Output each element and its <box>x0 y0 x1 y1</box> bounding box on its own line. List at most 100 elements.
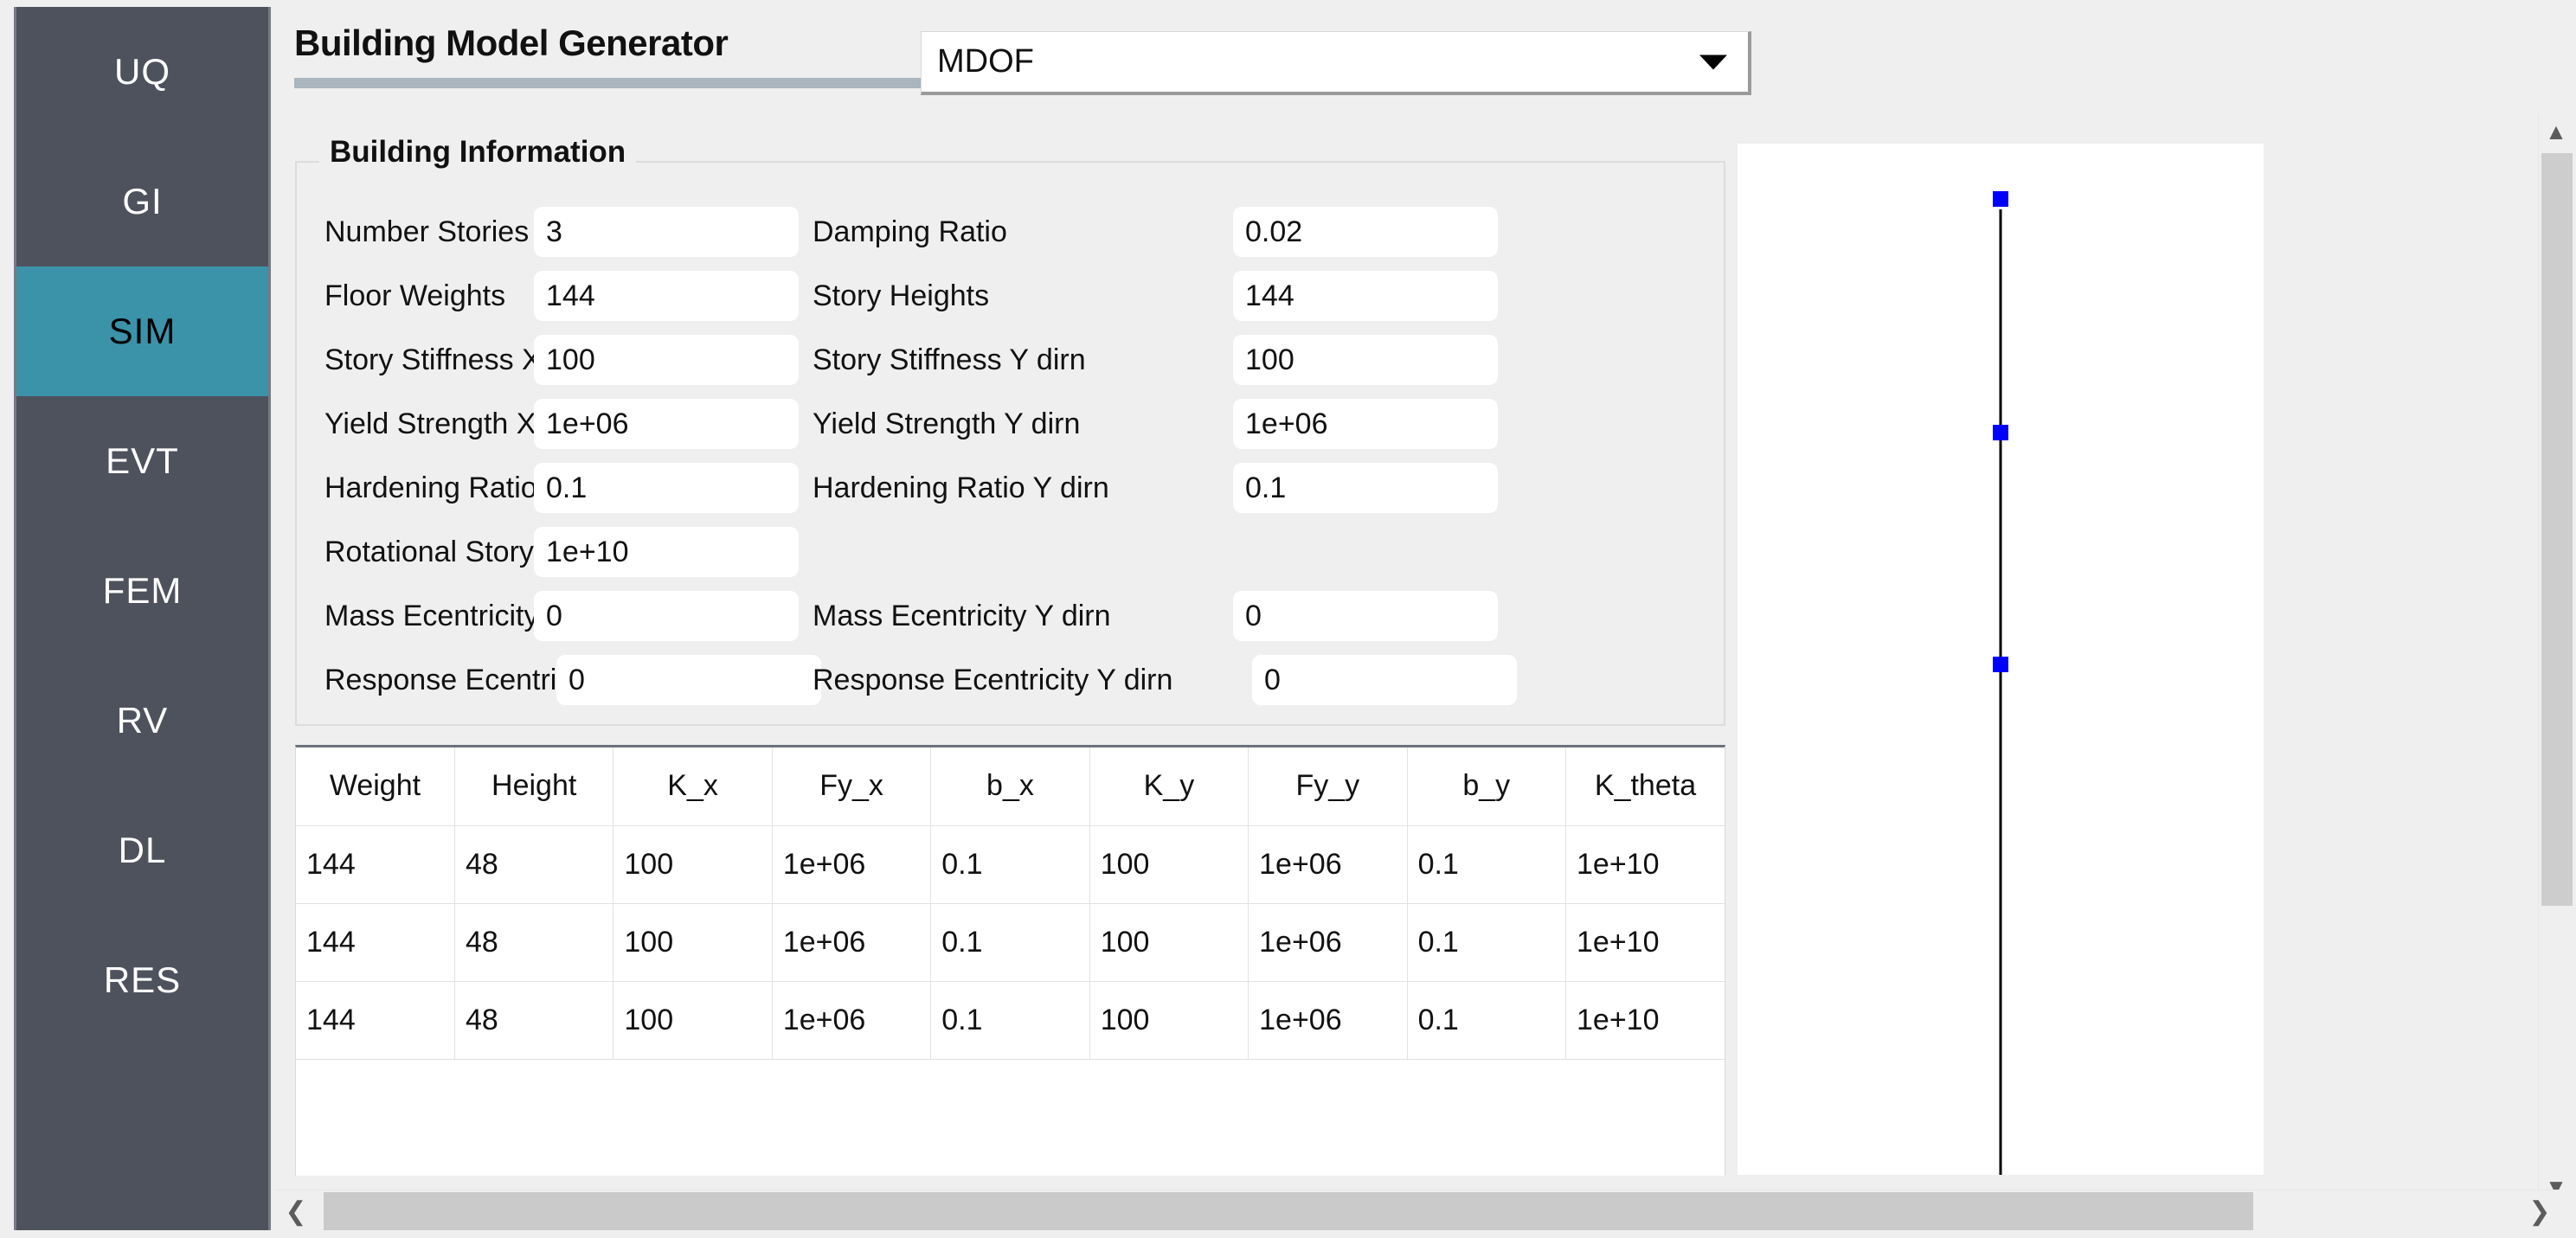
model-column-line <box>1999 209 2002 1175</box>
table-header-cell[interactable]: b_y <box>1407 747 1567 826</box>
table-header-cell[interactable]: K_y <box>1089 747 1249 826</box>
table-cell[interactable]: 100 <box>613 825 773 904</box>
input-hardening-ratio-y-dirn[interactable]: 0.1 <box>1233 463 1498 513</box>
table-header-cell[interactable]: Fy_y <box>1248 747 1408 826</box>
table-cell[interactable]: 0.1 <box>1407 981 1567 1060</box>
sidebar-item-label: RV <box>116 700 169 741</box>
building-model-visualization[interactable] <box>1738 144 2264 1175</box>
table-cell[interactable]: 0.1 <box>930 903 1090 982</box>
label-hardening-ratio-y-dirn: Hardening Ratio Y dirn <box>813 471 1109 504</box>
table-cell[interactable]: 100 <box>613 981 773 1060</box>
sidebar-item-evt[interactable]: EVT <box>16 396 268 526</box>
sidebar-item-res[interactable]: RES <box>16 915 268 1045</box>
input-story-heights[interactable]: 144 <box>1233 271 1498 321</box>
input-floor-weights[interactable]: 144 <box>534 271 799 321</box>
model-type-select[interactable]: MDOF <box>921 31 1751 95</box>
input-response-ecentricity-x-dirn[interactable]: 0 <box>556 655 821 705</box>
vertical-scrollbar-thumb[interactable] <box>2541 153 2573 906</box>
story-properties-table-panel[interactable]: Weight Height K_x Fy_x b_x K_y Fy_y b_y K_theta … <box>295 745 1725 1176</box>
table-cell[interactable]: 48 <box>454 825 614 904</box>
table-cell[interactable]: 100 <box>1089 825 1249 904</box>
table-cell[interactable]: 1e+06 <box>772 903 932 982</box>
form-row: Number Stories 3 Damping Ratio 0.02 <box>297 201 1724 263</box>
horizontal-scrollbar[interactable]: ❮ ❯ <box>275 1190 2560 1231</box>
form-row: Yield Strength X dirn 1e+06 Yield Strength… <box>297 393 1724 455</box>
input-mass-ecentricity-x-dirn[interactable]: 0 <box>534 591 799 641</box>
label-yield-strength-y-dirn: Yield Strength Y dirn <box>813 407 1081 440</box>
sidebar-item-label: DL <box>118 830 167 870</box>
title-underline <box>294 78 922 88</box>
table-row[interactable]: 144 48 100 1e+06 0.1 100 1e+06 0.1 1e+10 <box>296 981 1725 1060</box>
horizontal-scrollbar-thumb[interactable] <box>324 1192 2253 1230</box>
sidebar-navigation: UQ GI SIM EVT FEM RV DL RES <box>14 7 271 1230</box>
table-header-cell[interactable]: K_x <box>613 747 773 826</box>
form-row: Floor Weights 144 Story Heights 144 <box>297 265 1724 327</box>
table-header-cell[interactable]: Height <box>454 747 614 826</box>
table-header-cell[interactable]: Fy_x <box>772 747 932 826</box>
table-cell[interactable]: 0.1 <box>1407 825 1567 904</box>
chevron-up-icon[interactable]: ▲ <box>2539 114 2573 149</box>
input-response-ecentricity-y-dirn[interactable]: 0 <box>1252 655 1517 705</box>
page-title: Building Model Generator <box>294 22 729 63</box>
table-row[interactable]: 144 48 100 1e+06 0.1 100 1e+06 0.1 1e+10 <box>296 903 1725 982</box>
table-cell[interactable]: 0.1 <box>930 825 1090 904</box>
form-row: Mass Ecentricity X dirn 0 Mass Ecentricity… <box>297 585 1724 647</box>
table-cell[interactable]: 1e+10 <box>1565 903 1725 982</box>
form-row: Story Stiffness X dirn 100 Story Stiffness… <box>297 329 1724 391</box>
input-number-stories[interactable]: 3 <box>534 207 799 257</box>
sidebar-item-rv[interactable]: RV <box>16 656 268 786</box>
sidebar-item-gi[interactable]: GI <box>16 137 268 266</box>
chevron-right-icon[interactable]: ❯ <box>2519 1190 2560 1232</box>
label-story-heights: Story Heights <box>813 279 990 312</box>
input-yield-strength-x-dirn[interactable]: 1e+06 <box>534 399 799 449</box>
table-cell[interactable]: 100 <box>1089 903 1249 982</box>
table-cell[interactable]: 1e+06 <box>1248 825 1408 904</box>
sidebar-item-uq[interactable]: UQ <box>16 7 268 137</box>
building-information-group: Building Information Number Stories 3 Damp… <box>295 135 1725 726</box>
table-header-cell[interactable]: Weight <box>296 747 455 826</box>
input-mass-ecentricity-y-dirn[interactable]: 0 <box>1233 591 1498 641</box>
sidebar-item-fem[interactable]: FEM <box>16 526 268 656</box>
table-header-cell[interactable]: b_x <box>930 747 1090 826</box>
table-cell[interactable]: 1e+06 <box>1248 903 1408 982</box>
table-cell[interactable]: 0.1 <box>930 981 1090 1060</box>
page-header: Building Model Generator <box>294 22 926 88</box>
table-cell[interactable]: 144 <box>296 825 455 904</box>
table-cell[interactable]: 144 <box>296 903 455 982</box>
table-cell[interactable]: 1e+06 <box>772 981 932 1060</box>
table-row[interactable]: 144 48 100 1e+06 0.1 100 1e+06 0.1 1e+10 <box>296 825 1725 904</box>
sidebar-item-label: EVT <box>106 440 179 481</box>
table-cell[interactable]: 100 <box>1089 981 1249 1060</box>
label-response-ecentricity-y-dirn: Response Ecentricity Y dirn <box>813 663 1173 696</box>
sidebar-item-label: RES <box>103 959 182 1000</box>
story-properties-table: Weight Height K_x Fy_x b_x K_y Fy_y b_y K_theta … <box>296 747 1725 1060</box>
input-yield-strength-y-dirn[interactable]: 1e+06 <box>1233 399 1498 449</box>
sidebar-item-label: FEM <box>102 570 183 611</box>
table-cell[interactable]: 1e+10 <box>1565 825 1725 904</box>
label-number-stories: Number Stories <box>324 215 530 248</box>
input-story-stiffness-x-dirn[interactable]: 100 <box>534 335 799 385</box>
table-cell[interactable]: 144 <box>296 981 455 1060</box>
table-cell[interactable]: 1e+10 <box>1565 981 1725 1060</box>
sidebar-item-dl[interactable]: DL <box>16 786 268 915</box>
sidebar-item-sim[interactable]: SIM <box>16 266 268 396</box>
table-header-cell[interactable]: K_theta <box>1565 747 1725 826</box>
label-story-stiffness-y-dirn: Story Stiffness Y dirn <box>813 343 1086 376</box>
vertical-scrollbar[interactable]: ▲ ▼ <box>2538 114 2573 1204</box>
label-damping-ratio: Damping Ratio <box>813 215 1007 248</box>
sidebar-item-label: SIM <box>108 311 177 351</box>
table-cell[interactable]: 48 <box>454 981 614 1060</box>
table-cell[interactable]: 48 <box>454 903 614 982</box>
table-cell[interactable]: 0.1 <box>1407 903 1567 982</box>
chevron-left-icon[interactable]: ❮ <box>275 1190 317 1232</box>
input-rotational-story-stiffness[interactable]: 1e+10 <box>534 527 799 577</box>
input-damping-ratio[interactable]: 0.02 <box>1233 207 1498 257</box>
input-hardening-ratio-x-dirn[interactable]: 0.1 <box>534 463 799 513</box>
table-cell[interactable]: 1e+06 <box>772 825 932 904</box>
input-story-stiffness-y-dirn[interactable]: 100 <box>1233 335 1498 385</box>
table-cell[interactable]: 1e+06 <box>1248 981 1408 1060</box>
table-header-row: Weight Height K_x Fy_x b_x K_y Fy_y b_y K_theta <box>296 747 1725 826</box>
sidebar-item-label: GI <box>122 181 163 221</box>
form-row: Rotational Story Stiffness 1e+10 <box>297 521 1724 583</box>
table-cell[interactable]: 100 <box>613 903 773 982</box>
